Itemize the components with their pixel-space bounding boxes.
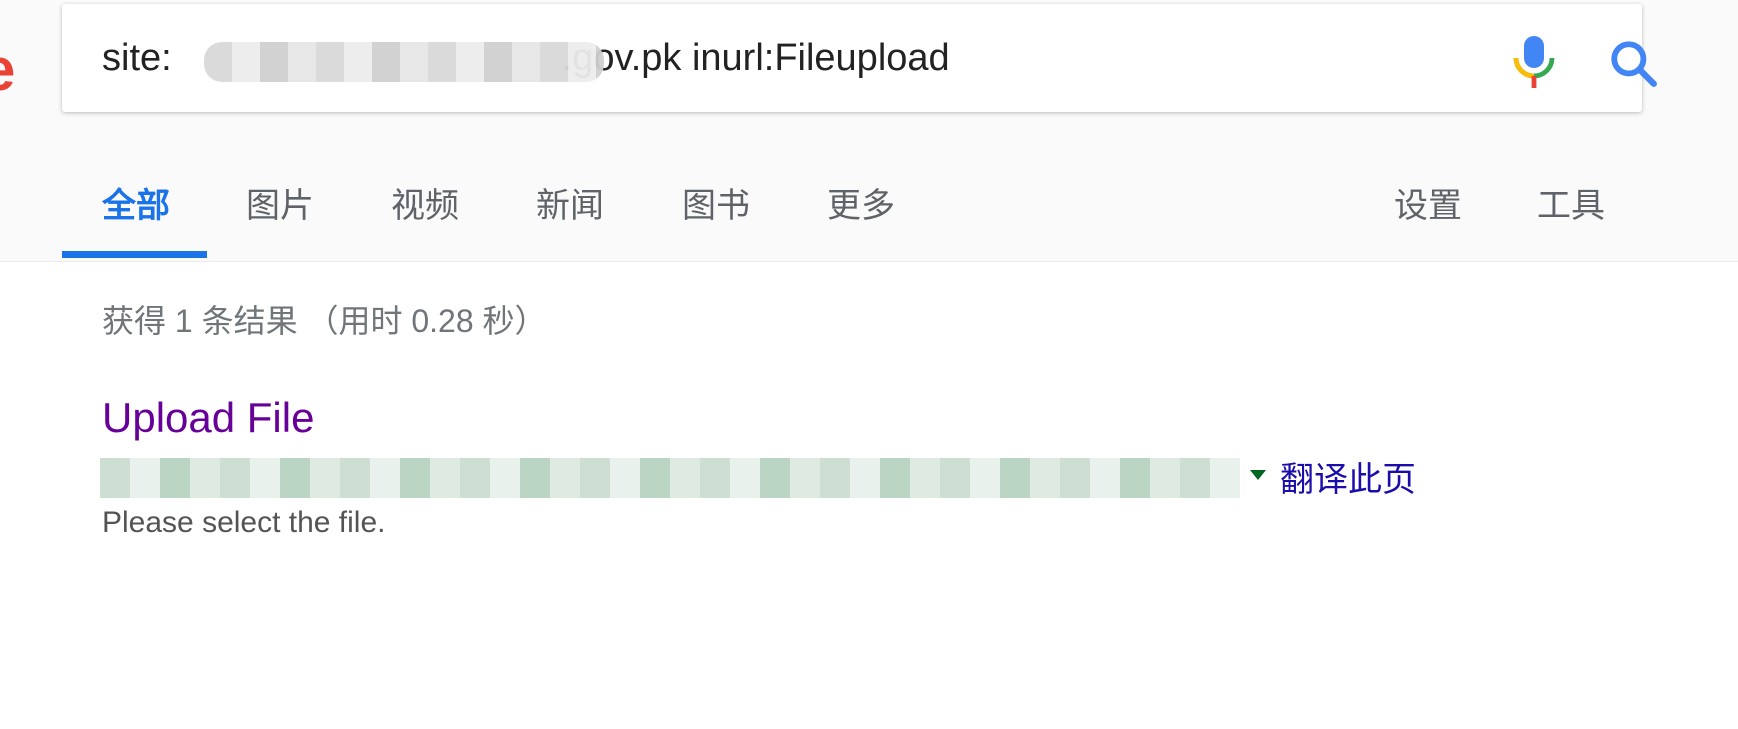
redaction-blur bbox=[204, 42, 604, 82]
result-stats: 获得 1 条结果 （用时 0.28 秒） bbox=[102, 303, 547, 339]
tab-images[interactable]: 图片 bbox=[246, 178, 314, 227]
logo-fragment[interactable]: e bbox=[0, 40, 15, 100]
tab-settings[interactable]: 设置 bbox=[1394, 178, 1462, 227]
search-results-page: e site: .gov.pk inurl:Fileupload 全部 图片 视… bbox=[0, 0, 1738, 729]
url-dropdown-arrow-icon[interactable] bbox=[1250, 470, 1266, 480]
result-snippet: Please select the file. bbox=[102, 506, 386, 539]
tab-news[interactable]: 新闻 bbox=[536, 178, 604, 227]
tab-videos[interactable]: 视频 bbox=[391, 178, 459, 227]
result-title-link[interactable]: Upload File bbox=[102, 394, 314, 442]
translate-page-link[interactable]: 翻译此页 bbox=[1280, 452, 1416, 501]
search-box[interactable]: site: .gov.pk inurl:Fileupload bbox=[62, 4, 1657, 112]
redacted-result-url bbox=[100, 458, 1240, 498]
search-icon[interactable] bbox=[1608, 38, 1658, 88]
tab-more[interactable]: 更多 bbox=[827, 178, 895, 227]
microphone-icon[interactable] bbox=[1510, 34, 1558, 90]
query-prefix: site: bbox=[102, 36, 172, 79]
tab-tools[interactable]: 工具 bbox=[1537, 178, 1605, 227]
query-suffix: .gov.pk inurl:Fileupload bbox=[561, 36, 950, 79]
active-tab-indicator bbox=[62, 251, 207, 258]
tab-books[interactable]: 图书 bbox=[682, 178, 750, 227]
tab-all[interactable]: 全部 bbox=[102, 178, 170, 227]
